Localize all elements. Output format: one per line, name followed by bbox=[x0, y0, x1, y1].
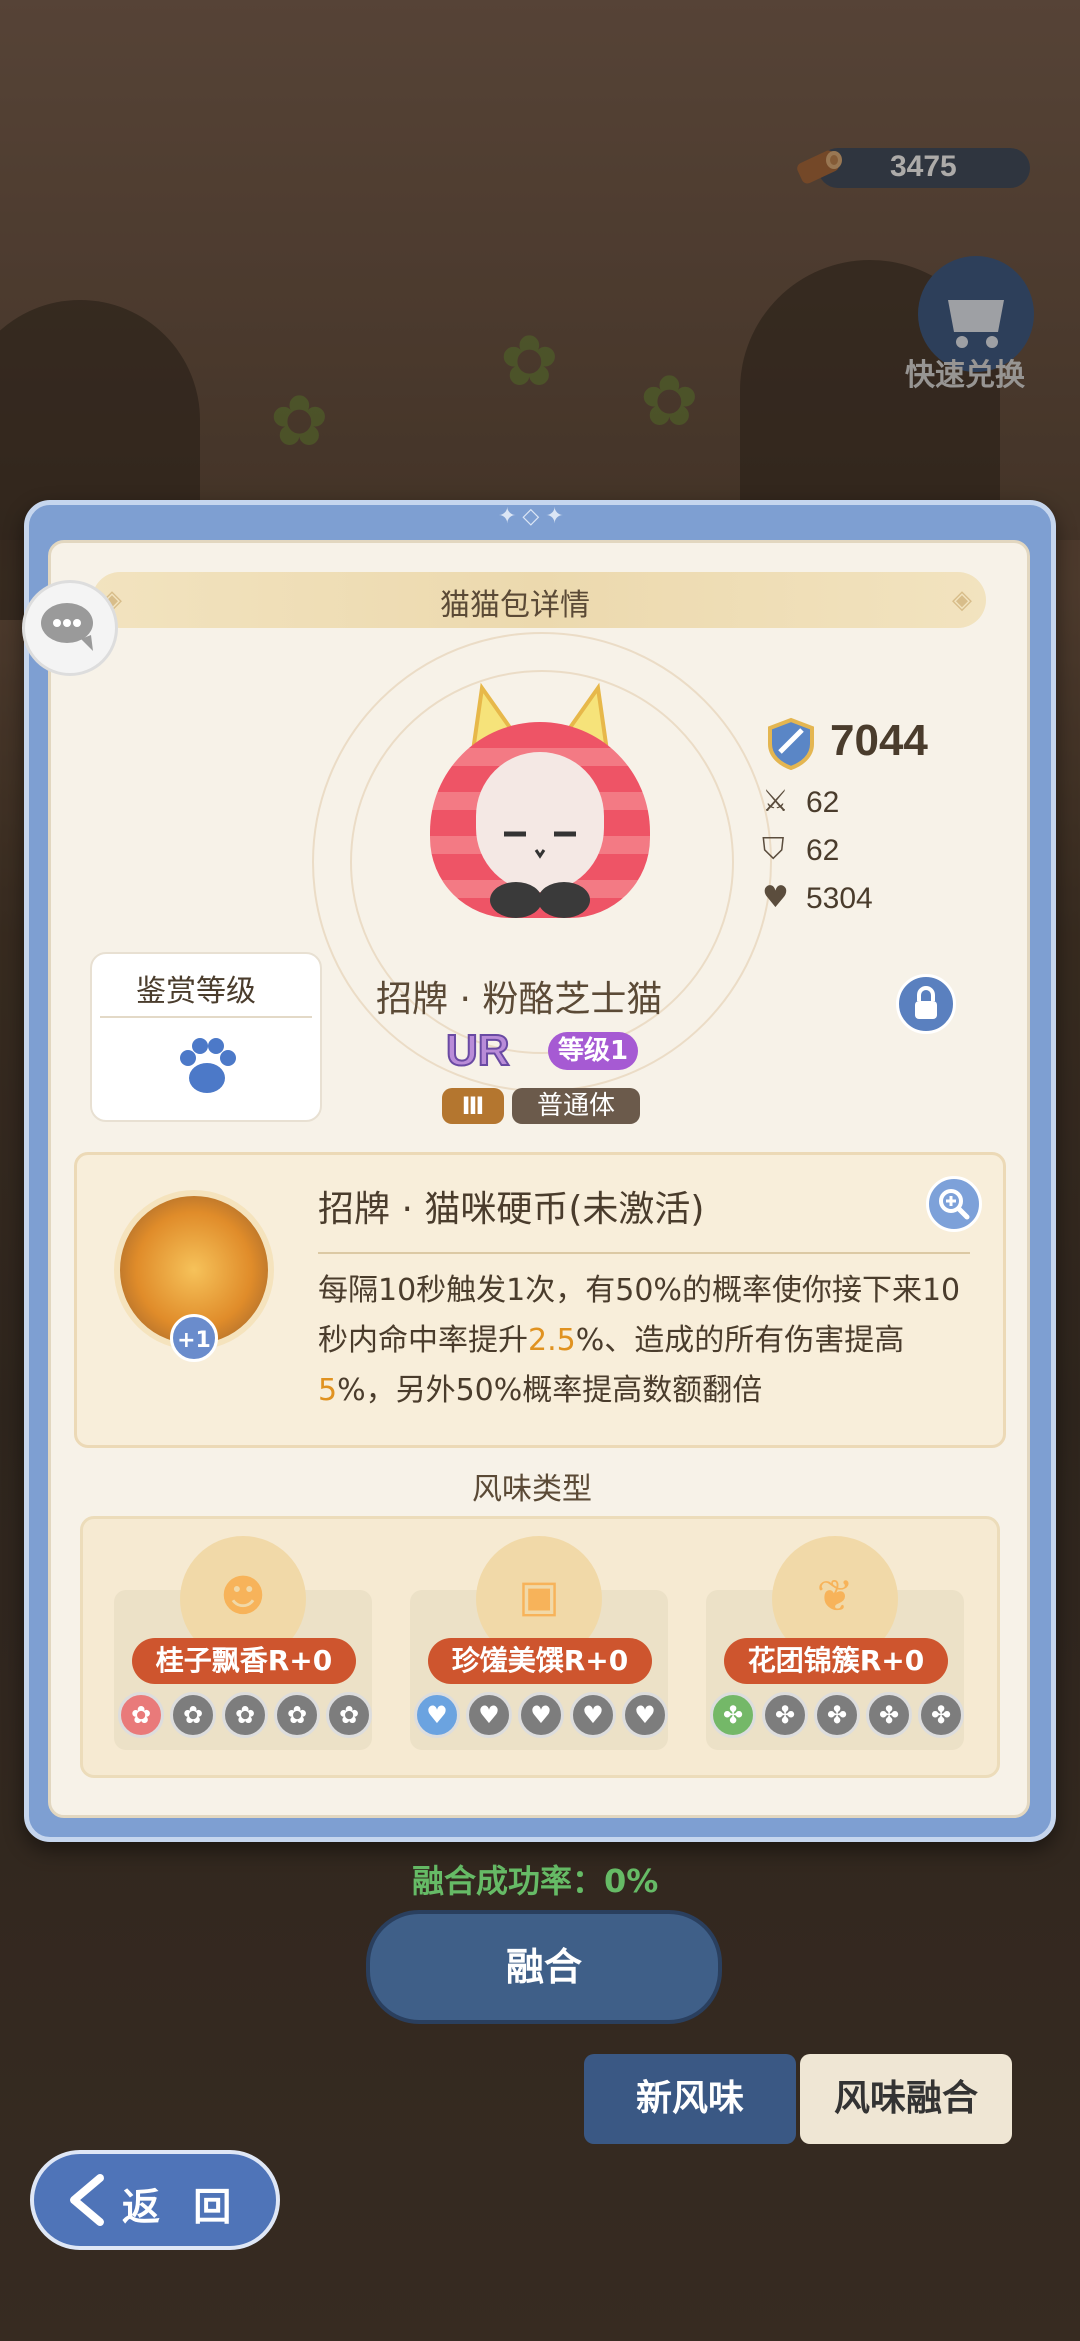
paw-slot-icon: ✤ bbox=[918, 1692, 964, 1738]
tab-flavor-fusion[interactable]: 风味融合 bbox=[800, 2054, 1012, 2144]
brain-slot-icon: ✿ bbox=[118, 1692, 164, 1738]
skill-title: 招牌 · 猫咪硬币(未激活) bbox=[318, 1189, 705, 1230]
body-type-badge: 普通体 bbox=[512, 1088, 640, 1124]
chat-button[interactable] bbox=[22, 580, 118, 676]
skill-description: 每隔10秒触发1次，有50%的概率使你接下来10秒内命中率提升2.5%、造成的所… bbox=[318, 1266, 978, 1416]
fusion-rate: 融合成功率：0% bbox=[412, 1862, 659, 1900]
paw-icon bbox=[180, 1038, 236, 1093]
flavor-section-title: 风味类型 bbox=[472, 1472, 592, 1507]
paw-slot-icon: ✤ bbox=[710, 1692, 756, 1738]
paw-slot-icon: ✤ bbox=[762, 1692, 808, 1738]
skill-highlight: 5 bbox=[318, 1373, 338, 1408]
cat-face-icon: ☻ bbox=[220, 1571, 266, 1622]
lock-button[interactable] bbox=[896, 974, 956, 1034]
level-badge: 等级1 bbox=[548, 1032, 638, 1070]
magnifier-icon bbox=[939, 1189, 970, 1220]
lock-icon bbox=[915, 986, 937, 1019]
skill-highlight: 2.5 bbox=[528, 1323, 576, 1358]
fox-tail-icon: ❦ bbox=[816, 1571, 854, 1622]
attack-icon: ⚔ bbox=[762, 784, 789, 819]
power-value: 7044 bbox=[830, 716, 928, 765]
back-label: 返 回 bbox=[122, 2185, 242, 2229]
rarity-badge: UR bbox=[445, 1025, 511, 1076]
appraisal-level-label: 鉴赏等级 bbox=[136, 974, 256, 1009]
heart-slot-icon: ♥ bbox=[414, 1692, 460, 1738]
modal-top-ornament: ✦◇✦ bbox=[498, 504, 570, 529]
heart-slot-icon: ♥ bbox=[622, 1692, 668, 1738]
brain-slot-icon: ✿ bbox=[274, 1692, 320, 1738]
dish-icon: ▣ bbox=[518, 1571, 560, 1622]
back-arrow-icon bbox=[70, 2174, 104, 2226]
paw-slot-icon: ✤ bbox=[866, 1692, 912, 1738]
brain-slot-icon: ✿ bbox=[326, 1692, 372, 1738]
tab-new-flavor[interactable]: 新风味 bbox=[584, 2054, 796, 2144]
flavor-label: 花团锦簇R+0 bbox=[724, 1638, 948, 1684]
skill-desc-text: %，另外50%概率提高数额翻倍 bbox=[337, 1373, 763, 1408]
heart-slot-icon: ♥ bbox=[570, 1692, 616, 1738]
zoom-button[interactable] bbox=[926, 1176, 982, 1232]
brain-slot-icon: ✿ bbox=[170, 1692, 216, 1738]
brain-slot-icon: ✿ bbox=[222, 1692, 268, 1738]
hp-value: 5304 bbox=[806, 882, 873, 915]
hp-heart-icon: ♥ bbox=[762, 880, 789, 915]
divider bbox=[318, 1252, 970, 1254]
attack-value: 62 bbox=[806, 786, 840, 819]
cat-features-icon bbox=[490, 831, 590, 918]
skill-level-badge: +1 bbox=[170, 1314, 218, 1362]
defense-value: 62 bbox=[806, 834, 840, 867]
heart-slot-icon: ♥ bbox=[518, 1692, 564, 1738]
defense-icon: ⛉ bbox=[762, 832, 785, 867]
heart-slot-icon: ♥ bbox=[466, 1692, 512, 1738]
chat-bubble-icon bbox=[41, 603, 93, 651]
ornament-icon: ◈ bbox=[952, 585, 972, 615]
power-shield-icon bbox=[768, 717, 814, 770]
skill-desc-text: %、造成的所有伤害提高 bbox=[575, 1323, 905, 1358]
cat-name: 招牌 · 粉酪芝士猫 bbox=[376, 979, 663, 1020]
tier-badge: Ⅲ bbox=[442, 1088, 504, 1124]
flavor-label: 桂子飘香R+0 bbox=[132, 1638, 356, 1684]
modal-title: 猫猫包详情 bbox=[440, 588, 590, 623]
divider bbox=[100, 1016, 312, 1018]
paw-slot-icon: ✤ bbox=[814, 1692, 860, 1738]
flavor-label: 珍馐美馔R+0 bbox=[428, 1638, 652, 1684]
fuse-button[interactable]: 融合 bbox=[366, 1910, 722, 2024]
